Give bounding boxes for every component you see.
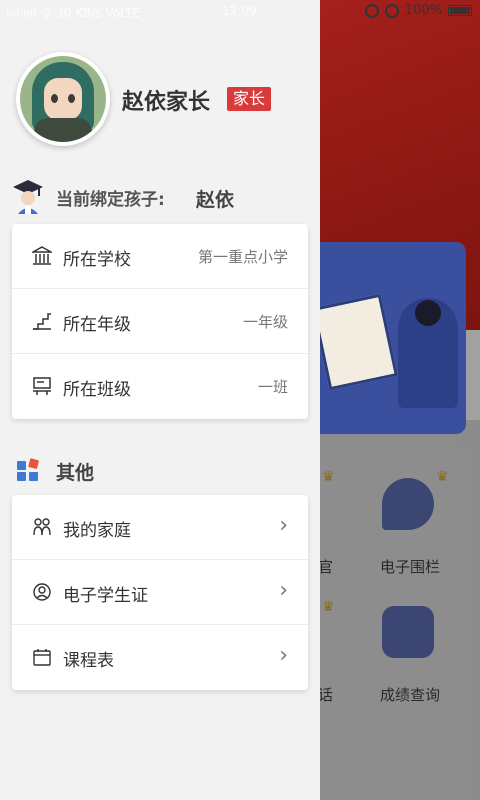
apps-icon bbox=[17, 458, 39, 481]
chevron-right-icon: › bbox=[279, 643, 288, 668]
user-name: 赵依家长 bbox=[122, 90, 211, 115]
other-menu-card: 我的家庭 › 电子学生证 › 课程表 › bbox=[12, 495, 308, 690]
bound-child-row[interactable]: 当前绑定孩子: 赵依 bbox=[12, 178, 312, 214]
grades-icon[interactable] bbox=[382, 606, 434, 658]
section-title: 其他 bbox=[56, 462, 95, 484]
child-label: 当前绑定孩子: bbox=[56, 190, 165, 210]
my-family-item[interactable]: 我的家庭 › bbox=[12, 495, 308, 560]
timetable-label: 课程表 bbox=[63, 651, 114, 671]
avatar-image bbox=[20, 56, 106, 142]
navigation-drawer: 赵依家长 家长 当前绑定孩子: 赵依 所在学校 第一重点小学 所在年级 一年级 … bbox=[0, 0, 320, 800]
system-status-icons: 100% bbox=[364, 3, 472, 18]
class-value: 一班 bbox=[257, 378, 288, 396]
background-item-label: 电子围栏 bbox=[380, 558, 441, 576]
grade-row[interactable]: 所在年级 一年级 bbox=[12, 289, 308, 354]
class-row[interactable]: 所在班级 一班 bbox=[12, 354, 308, 419]
school-row[interactable]: 所在学校 第一重点小学 bbox=[12, 224, 308, 289]
student-card-label: 电子学生证 bbox=[63, 586, 148, 606]
school-value: 第一重点小学 bbox=[197, 248, 288, 266]
timetable-item[interactable]: 课程表 › bbox=[12, 625, 308, 690]
background-app-overlay[interactable]: ♛ ♛ ♛ 官 电子围栏 话 成绩查询 bbox=[320, 0, 480, 800]
clock: 12:09 bbox=[222, 4, 257, 18]
crown-icon: ♛ bbox=[322, 599, 335, 615]
grade-value: 一年级 bbox=[242, 313, 288, 331]
network-status: ıııl ıııl 令 30 KB/s VoLTE bbox=[6, 6, 140, 20]
background-item-label: 话 bbox=[320, 686, 334, 704]
school-label: 所在学校 bbox=[63, 250, 131, 270]
crown-icon: ♛ bbox=[322, 469, 335, 485]
role-badge: 家长 bbox=[227, 87, 272, 111]
grade-label: 所在年级 bbox=[63, 315, 131, 335]
child-info-card: 所在学校 第一重点小学 所在年级 一年级 所在班级 一班 bbox=[12, 224, 308, 419]
school-icon bbox=[32, 246, 52, 265]
chevron-right-icon: › bbox=[279, 578, 288, 603]
stairs-icon bbox=[33, 313, 51, 330]
background-item-label: 官 bbox=[320, 558, 334, 576]
lock-rotation-icon bbox=[364, 3, 379, 18]
family-icon bbox=[33, 518, 51, 536]
crown-icon: ♛ bbox=[436, 469, 449, 485]
avatar-face bbox=[44, 78, 82, 120]
class-label: 所在班级 bbox=[63, 380, 131, 400]
graduate-icon bbox=[13, 180, 43, 214]
fence-icon[interactable] bbox=[382, 478, 434, 530]
chevron-right-icon: › bbox=[279, 513, 288, 538]
avatar-eye bbox=[51, 94, 58, 103]
book-illustration bbox=[320, 293, 398, 391]
battery-icon bbox=[448, 5, 472, 16]
status-bar: ıııl ıııl 令 30 KB/s VoLTE 12:09 100% bbox=[0, 0, 480, 24]
student-card-icon bbox=[33, 583, 51, 601]
alarm-icon bbox=[384, 3, 399, 18]
child-name: 赵依 bbox=[196, 189, 235, 211]
avatar-eye bbox=[68, 94, 75, 103]
battery-percent: 100% bbox=[404, 3, 442, 18]
student-card-item[interactable]: 电子学生证 › bbox=[12, 560, 308, 625]
classroom-icon bbox=[33, 377, 51, 395]
background-banner[interactable] bbox=[320, 242, 466, 434]
calendar-icon bbox=[33, 649, 51, 666]
avatar[interactable] bbox=[16, 52, 110, 146]
my-family-label: 我的家庭 bbox=[63, 521, 131, 541]
background-item-label: 成绩查询 bbox=[380, 686, 441, 704]
avatar-clothes bbox=[34, 118, 92, 142]
reader-head-illustration bbox=[415, 300, 441, 326]
